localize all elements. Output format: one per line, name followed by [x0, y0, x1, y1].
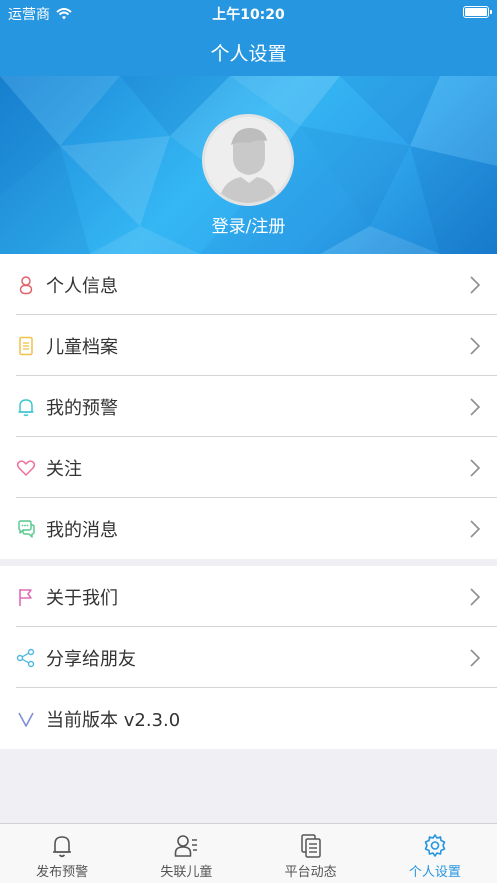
- chevron-right-icon: [470, 588, 481, 606]
- menu-item-share[interactable]: 分享给朋友: [0, 627, 497, 688]
- menu-item-label: 儿童档案: [46, 337, 118, 358]
- battery-icon: [463, 6, 492, 18]
- tab-label: 失联儿童: [160, 865, 213, 880]
- menu-item-label: 个人信息: [46, 276, 118, 297]
- version-icon: [18, 712, 34, 727]
- person-list-icon: [175, 835, 198, 857]
- bell-icon: [53, 836, 72, 858]
- menu-item-my-alerts[interactable]: 我的预警: [0, 376, 497, 437]
- menu-item-follow[interactable]: 关注: [0, 437, 497, 498]
- menu-item-about-us[interactable]: 关于我们: [0, 566, 497, 627]
- flag-icon: [19, 589, 32, 606]
- document-icon: [300, 834, 321, 858]
- tab-label: 个人设置: [408, 865, 461, 880]
- bell-icon: [18, 399, 34, 417]
- chevron-right-icon: [470, 276, 481, 294]
- page-title: 个人设置: [210, 43, 287, 65]
- tab-personal-settings[interactable]: 个人设置: [373, 824, 497, 883]
- chevron-right-icon: [470, 337, 481, 355]
- menu-item-version: 当前版本 v2.3.0: [0, 688, 497, 749]
- heart-icon: [16, 460, 36, 476]
- document-icon: [19, 336, 33, 356]
- tab-platform-news[interactable]: 平台动态: [249, 824, 373, 883]
- login-register-link[interactable]: 登录/注册: [0, 212, 497, 237]
- chat-icon: [18, 520, 35, 538]
- version-label: 当前版本 v2.3.0: [46, 710, 181, 731]
- default-avatar-icon: [205, 117, 291, 203]
- tab-publish-alert[interactable]: 发布预警: [0, 824, 124, 883]
- tab-label: 发布预警: [36, 865, 89, 880]
- share-icon: [16, 648, 35, 668]
- menu-group-main: 个人信息 儿童档案 我的预警 关注 我的消息: [0, 254, 497, 559]
- user-icon: [19, 276, 33, 295]
- tab-bar: 发布预警 失联儿童 平台动态 个人设置: [0, 823, 497, 883]
- menu-item-label: 关于我们: [46, 588, 118, 609]
- chevron-right-icon: [470, 398, 481, 416]
- status-bar: 运营商 上午10:20: [0, 0, 497, 26]
- menu-item-label: 分享给朋友: [46, 649, 136, 670]
- chevron-right-icon: [470, 459, 481, 477]
- profile-banner: 登录/注册: [0, 76, 497, 254]
- chevron-right-icon: [470, 520, 481, 538]
- menu-item-child-records[interactable]: 儿童档案: [0, 315, 497, 376]
- menu-item-my-messages[interactable]: 我的消息: [0, 498, 497, 559]
- tab-missing-children[interactable]: 失联儿童: [124, 824, 248, 883]
- menu-group-secondary: 关于我们 分享给朋友 当前版本 v2.3.0: [0, 566, 497, 749]
- menu-item-label: 我的消息: [46, 520, 118, 541]
- avatar[interactable]: [202, 114, 294, 206]
- gear-icon: [424, 834, 446, 857]
- menu-item-label: 关注: [46, 459, 82, 480]
- menu-item-label: 我的预警: [46, 398, 118, 419]
- tab-label: 平台动态: [284, 865, 337, 880]
- clock: 上午10:20: [212, 7, 285, 23]
- navigation-bar: 个人设置: [0, 26, 497, 76]
- chevron-right-icon: [470, 649, 481, 667]
- menu-item-personal-info[interactable]: 个人信息: [0, 254, 497, 315]
